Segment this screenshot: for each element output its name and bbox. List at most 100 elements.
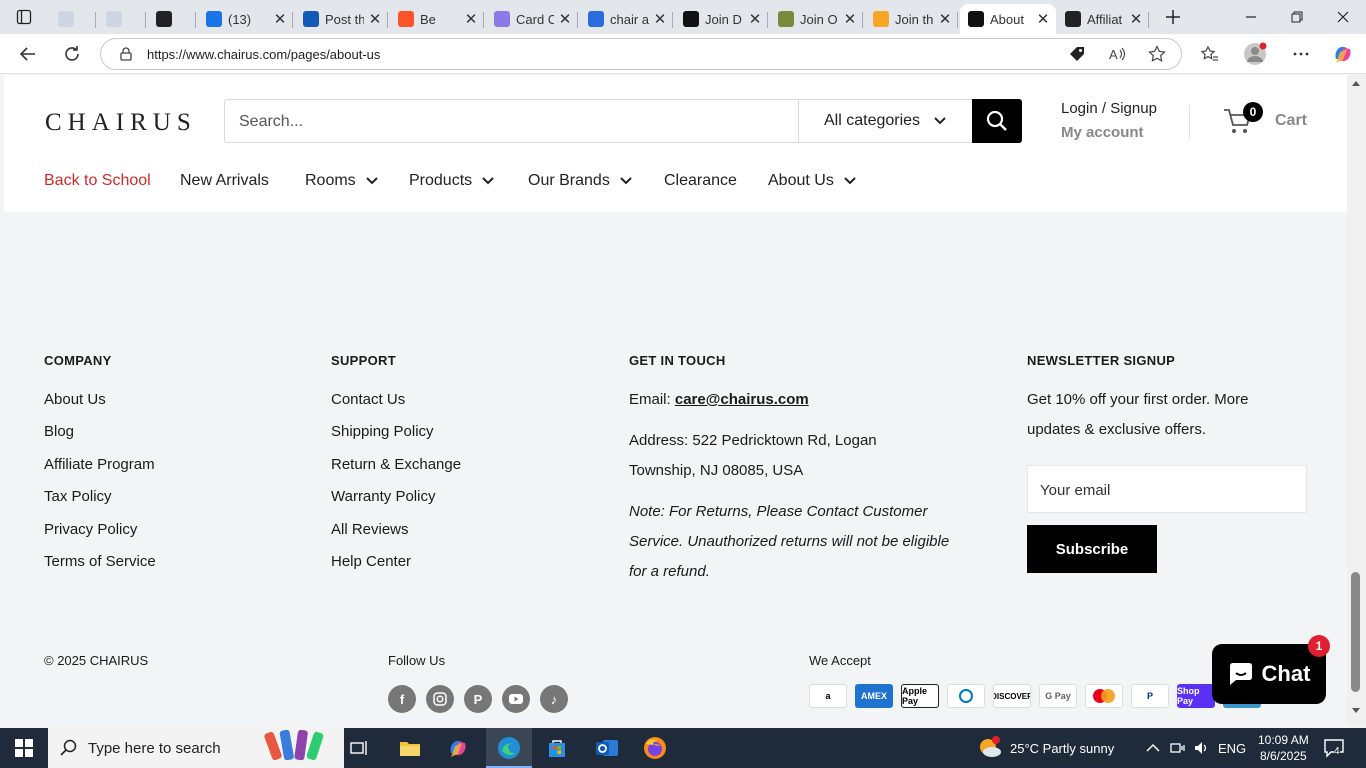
restore-button[interactable] [1274,0,1320,34]
cart-link[interactable]: Cart [1275,112,1307,130]
shopping-tag-icon[interactable] [1063,40,1091,68]
microsoft-store-icon[interactable] [543,734,571,762]
tab-actions-icon[interactable] [2,0,46,34]
volume-icon[interactable] [1194,728,1210,768]
footer-link[interactable]: Return & Exchange [331,456,461,473]
youtube-icon[interactable] [502,685,530,713]
search-button[interactable] [972,99,1022,143]
close-tab-icon[interactable]: ✕ [558,10,572,28]
close-tab-icon[interactable]: ✕ [464,10,478,28]
url-field[interactable]: https://www.chairus.com/pages/about-us [100,38,1182,70]
more-options-icon[interactable] [1287,40,1315,68]
tiktok-icon[interactable]: ♪ [540,685,568,713]
minimize-button[interactable] [1228,0,1274,34]
nav-item[interactable]: Back to School [44,172,151,190]
close-tab-icon[interactable]: ✕ [368,10,382,28]
weather-widget[interactable]: 25°C Partly sunny [976,728,1114,768]
new-tab-button[interactable] [1150,0,1196,34]
refresh-button[interactable] [58,40,86,68]
read-aloud-icon[interactable]: A [1103,40,1131,68]
browser-tab[interactable] [50,4,96,34]
close-window-button[interactable] [1320,0,1366,34]
close-tab-icon[interactable]: ✕ [938,10,952,28]
nav-item[interactable]: Our Brands [528,172,632,190]
favorite-star-icon[interactable] [1143,40,1171,68]
login-signup-link[interactable]: Login / Signup [1061,100,1157,117]
clock[interactable]: 10:09 AM 8/6/2025 [1258,728,1309,768]
get-in-touch-heading: GET IN TOUCH [629,353,726,368]
close-tab-icon[interactable]: ✕ [273,10,287,28]
browser-tab[interactable]: Affiliat ✕ [1057,4,1149,34]
tab-title: Post th [325,11,364,27]
close-tab-icon[interactable]: ✕ [653,10,667,28]
close-tab-icon[interactable]: ✕ [843,10,857,28]
notifications-button[interactable]: 4 [1324,728,1346,768]
nav-item[interactable]: Products [409,172,494,190]
footer-link[interactable]: Warranty Policy [331,488,435,505]
facebook-icon[interactable]: f [388,685,416,713]
browser-tab[interactable]: Be ✕ [390,4,484,34]
footer-link[interactable]: Tax Policy [44,488,112,505]
footer-link[interactable]: Affiliate Program [44,456,155,473]
browser-tab[interactable]: Join O ✕ [770,4,863,34]
pinterest-icon[interactable]: P [464,685,492,713]
chat-button[interactable]: Chat [1212,644,1326,704]
paypal-icon: P [1131,684,1169,708]
browser-tab[interactable] [98,4,146,34]
browser-tab[interactable]: Post th ✕ [295,4,388,34]
category-select[interactable]: All categories [798,100,972,142]
subscribe-button[interactable]: Subscribe [1027,525,1157,573]
site-logo[interactable]: CHAIRUS [45,109,197,137]
back-button[interactable] [14,40,42,68]
nav-item[interactable]: About Us [768,172,856,190]
task-view-icon[interactable] [346,734,374,762]
nav-item[interactable]: Clearance [664,172,737,190]
outlook-icon[interactable] [593,734,621,762]
browser-tab[interactable]: chair a ✕ [580,4,673,34]
scroll-down-arrow-icon[interactable] [1351,707,1361,715]
footer-link[interactable]: All Reviews [331,521,409,538]
file-explorer-icon[interactable] [396,734,424,762]
footer-link[interactable]: Contact Us [331,391,405,408]
nav-item[interactable]: Rooms [305,172,378,190]
footer-link[interactable]: About Us [44,391,106,408]
footer-link[interactable]: Shipping Policy [331,423,434,440]
browser-tab[interactable] [148,4,196,34]
close-tab-icon[interactable]: ✕ [748,10,762,28]
close-tab-icon[interactable]: ✕ [1036,10,1050,28]
profile-avatar[interactable] [1241,40,1269,68]
network-icon[interactable] [1170,728,1186,768]
email-link[interactable]: care@chairus.com [675,391,809,408]
browser-tab[interactable]: About ✕ [960,4,1056,34]
browser-tab[interactable]: Join th ✕ [865,4,958,34]
footer-link[interactable]: Blog [44,423,74,440]
footer-link[interactable]: Help Center [331,553,411,570]
browser-tab[interactable]: (13) ✕ [198,4,293,34]
copilot-icon[interactable] [1329,40,1357,68]
favorites-icon[interactable] [1196,40,1224,68]
scroll-up-arrow-icon[interactable] [1351,79,1361,87]
scrollbar-thumb[interactable] [1351,572,1360,692]
firefox-icon[interactable] [641,734,669,762]
windows-start-icon[interactable] [10,734,38,762]
footer-link[interactable]: Terms of Service [44,553,156,570]
figure-icon [778,11,794,27]
instagram-icon[interactable] [426,685,454,713]
newsletter-email-input[interactable]: Your email [1027,465,1307,513]
footer-link[interactable]: Privacy Policy [44,521,137,538]
my-account-link[interactable]: My account [1061,124,1144,141]
browser-tab[interactable]: Card C ✕ [486,4,578,34]
url-text: https://www.chairus.com/pages/about-us [147,46,381,62]
tray-overflow-icon[interactable] [1146,728,1160,768]
taskbar-search-box[interactable]: Type here to search [48,728,344,768]
tab-title: Join th [895,11,934,27]
site-info-icon[interactable] [112,40,140,68]
language-indicator[interactable]: ENG [1218,728,1246,768]
close-tab-icon[interactable]: ✕ [1129,10,1143,28]
browser-tab[interactable]: Join D ✕ [675,4,768,34]
browser-tab-strip: (13) ✕ Post th ✕ Be ✕ Card C ✕ chair a ✕ Join D ✕ Jo… [0,0,1366,34]
copilot-taskbar-icon[interactable] [444,734,472,762]
edge-browser-icon[interactable] [495,734,523,762]
nav-item[interactable]: New Arrivals [180,172,269,190]
search-input[interactable]: Search... [239,113,303,131]
